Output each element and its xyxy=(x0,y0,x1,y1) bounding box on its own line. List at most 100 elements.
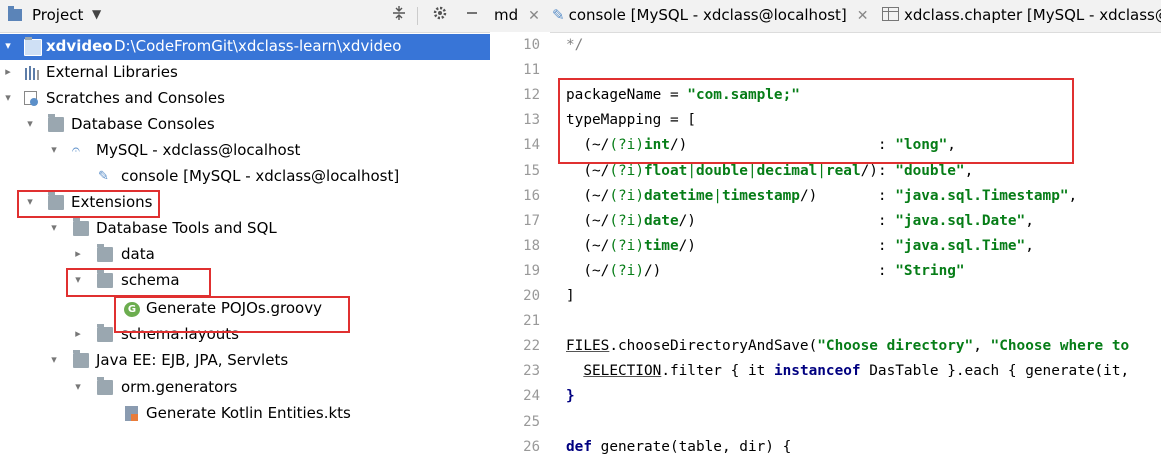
code-line[interactable]: (~/(?i)float|double|decimal|real/): "dou… xyxy=(566,163,973,179)
code-token: "java.sql.Timestamp" xyxy=(895,187,1069,204)
minimize-icon[interactable] xyxy=(462,5,482,25)
tab-xdclass-chapter[interactable]: xdclass.chapter [MySQL - xdclass@ xyxy=(882,6,1161,24)
code-token: , xyxy=(1025,212,1034,229)
code-token: (~/ xyxy=(566,162,610,179)
code-token: (~/ xyxy=(566,262,610,279)
folder-icon xyxy=(97,244,113,262)
chevron-right-icon[interactable]: ▸ xyxy=(2,64,14,80)
code-line[interactable]: def generate(table, dir) { xyxy=(566,439,791,455)
chevron-down-icon[interactable]: ▾ xyxy=(2,38,14,54)
code-token: generate(table, dir) { xyxy=(592,438,792,455)
code-line[interactable]: typeMapping = [ xyxy=(566,112,696,128)
code-line[interactable]: (~/(?i)int/) : "long", xyxy=(566,137,956,153)
tree-item-label: Generate Kotlin Entities.kts xyxy=(146,404,351,422)
line-number: 23 xyxy=(523,363,540,380)
tree-item-label: schema xyxy=(121,271,180,289)
tree-item-database-consoles[interactable]: ▾ Database Consoles xyxy=(0,112,490,138)
code-line[interactable]: packageName = "com.sample;" xyxy=(566,87,800,103)
code-token: */ xyxy=(566,37,584,53)
chevron-down-icon[interactable]: ▾ xyxy=(72,379,84,395)
line-number: 16 xyxy=(523,187,540,204)
line-number: 17 xyxy=(523,212,540,229)
code-token: (~/ xyxy=(566,137,610,154)
tab-console[interactable]: ✎ console [MySQL - xdclass@localhost] ✕ xyxy=(552,6,869,24)
chevron-right-icon[interactable]: ▸ xyxy=(72,246,84,262)
code-line[interactable]: (~/(?i)/) : "String" xyxy=(566,262,964,279)
code-token: (?i) xyxy=(609,262,644,279)
line-number: 22 xyxy=(523,338,540,355)
code-token: | xyxy=(687,162,696,179)
code-token: } xyxy=(566,388,575,405)
tab-label: xdclass.chapter [MySQL - xdclass@ xyxy=(904,6,1161,24)
tree-item-extensions[interactable]: ▾ Extensions xyxy=(0,190,490,216)
tree-item-label: Extensions xyxy=(71,193,153,211)
close-icon[interactable]: ✕ xyxy=(857,8,869,24)
tree-item-external-libraries[interactable]: ▸ External Libraries xyxy=(0,60,490,86)
gear-icon[interactable] xyxy=(430,5,450,25)
scratches-icon xyxy=(24,91,38,106)
line-number: 18 xyxy=(523,237,540,254)
line-number: 26 xyxy=(523,438,540,455)
line-number: 20 xyxy=(523,288,540,304)
project-icon xyxy=(8,6,22,21)
code-token: "double" xyxy=(895,162,965,179)
folder-icon xyxy=(97,324,113,342)
line-number: 13 xyxy=(523,112,540,129)
tab-md[interactable]: md ✕ xyxy=(494,6,540,24)
tree-item-mysql[interactable]: ▾ 𝄐 MySQL - xdclass@localhost xyxy=(0,138,490,164)
tree-item-java-ee[interactable]: ▾ Java EE: EJB, JPA, Servlets xyxy=(0,348,490,374)
code-line[interactable]: } xyxy=(566,388,575,404)
folder-icon xyxy=(97,377,113,395)
tree-item-generate-kotlin[interactable]: Generate Kotlin Entities.kts xyxy=(0,401,490,427)
code-line[interactable]: ] xyxy=(566,288,575,304)
console-icon: ✎ xyxy=(552,6,565,24)
code-line[interactable]: (~/(?i)time/) : "java.sql.Time", xyxy=(566,238,1034,254)
tree-item-label: Scratches and Consoles xyxy=(46,89,225,107)
tree-item-orm-generators[interactable]: ▾ orm.generators xyxy=(0,375,490,401)
tab-label: md xyxy=(494,6,519,24)
tree-item-data[interactable]: ▸ data xyxy=(0,242,490,268)
code-token: decimal xyxy=(756,162,818,179)
chevron-down-icon[interactable]: ▾ xyxy=(24,194,36,210)
folder-icon xyxy=(73,218,89,236)
code-line[interactable]: */ xyxy=(566,37,583,53)
editor-panel: md ✕ ✎ console [MySQL - xdclass@localhost]… xyxy=(490,0,1161,465)
project-panel-title[interactable]: Project xyxy=(32,6,83,24)
code-token: date xyxy=(643,212,679,229)
code-line[interactable]: SELECTION.filter { it instanceof DasTabl… xyxy=(566,363,1138,379)
code-token: (~/ xyxy=(566,237,610,254)
tree-item-generate-pojos[interactable]: G Generate POJOs.groovy xyxy=(0,296,490,322)
chevron-down-icon[interactable]: ▾ xyxy=(2,90,14,106)
chevron-down-icon[interactable]: ▾ xyxy=(24,116,36,132)
chevron-down-icon[interactable]: ▾ xyxy=(72,272,84,288)
code-line[interactable]: (~/(?i)date/) : "java.sql.Date", xyxy=(566,213,1034,229)
chevron-down-icon[interactable]: ▾ xyxy=(48,142,60,158)
chevron-right-icon[interactable]: ▸ xyxy=(72,326,84,342)
chevron-down-icon[interactable]: ▼ xyxy=(92,7,101,21)
code-token: , xyxy=(973,338,991,355)
line-number: 21 xyxy=(523,313,540,330)
tree-item-schema-layouts[interactable]: ▸ schema.layouts xyxy=(0,322,490,348)
editor-tabs: md ✕ ✎ console [MySQL - xdclass@localhost]… xyxy=(490,0,1161,33)
tree-item-label: Database Tools and SQL xyxy=(96,219,277,237)
tree-item-label: console [MySQL - xdclass@localhost] xyxy=(121,167,400,185)
collapse-all-icon[interactable] xyxy=(389,5,409,25)
code-token: def xyxy=(566,438,592,455)
code-token: .chooseDirectoryAndSave( xyxy=(609,338,818,355)
chevron-down-icon[interactable]: ▾ xyxy=(48,352,60,368)
code-token: /) : xyxy=(643,262,896,279)
line-gutter: 10 11 12 13 14 15 16 17 18 19 20 21 22 23 24 25 26 xyxy=(490,32,550,465)
tree-item-schema[interactable]: ▾ schema xyxy=(0,268,490,294)
tree-item-xdvideo[interactable]: ▾ xdvideo D:\CodeFromGit\xdclass-learn\x… xyxy=(0,34,490,60)
tree-item-database-tools[interactable]: ▾ Database Tools and SQL xyxy=(0,216,490,242)
tree-item-console[interactable]: ✎ console [MySQL - xdclass@localhost] xyxy=(0,164,490,190)
close-icon[interactable]: ✕ xyxy=(528,8,540,24)
tree-item-scratches[interactable]: ▾ Scratches and Consoles xyxy=(0,86,490,112)
tree-item-label: data xyxy=(121,245,155,263)
line-number: 12 xyxy=(523,87,540,104)
code-line[interactable]: FILES.chooseDirectoryAndSave("Choose dir… xyxy=(566,338,1129,354)
code-line[interactable]: (~/(?i)datetime|timestamp/) : "java.sql.… xyxy=(566,188,1077,204)
chevron-down-icon[interactable]: ▾ xyxy=(48,220,60,236)
tree-item-label: MySQL - xdclass@localhost xyxy=(96,141,301,159)
